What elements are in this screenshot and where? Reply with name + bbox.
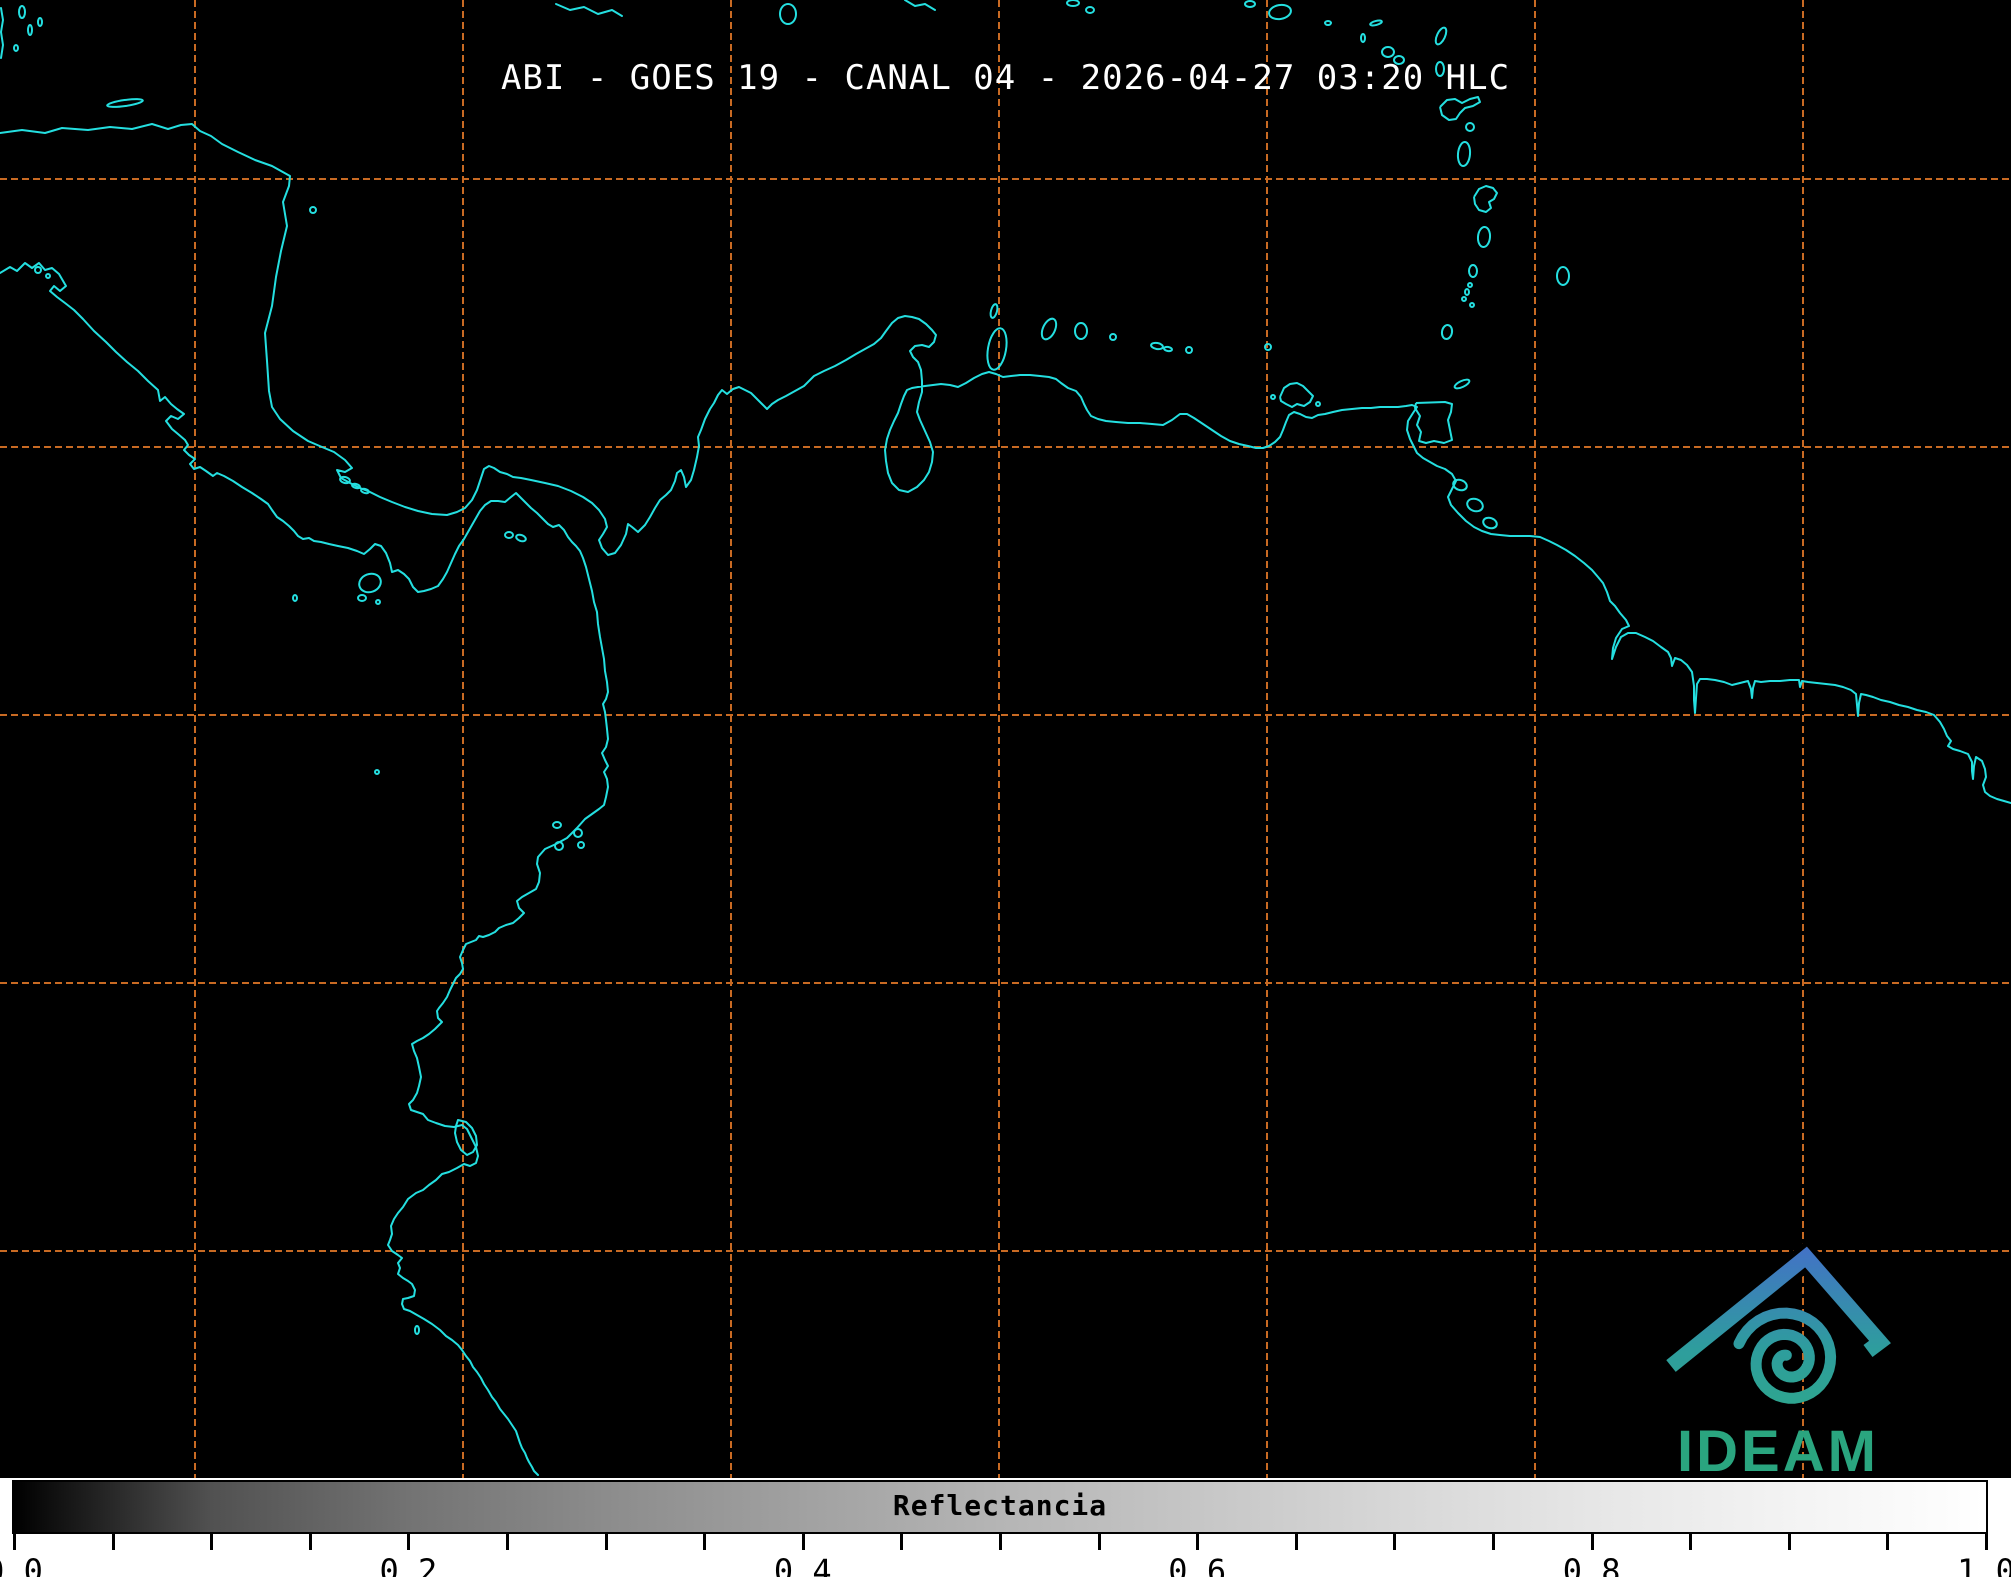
colorbar-tick [1689, 1534, 1692, 1550]
colorbar-gradient: Reflectancia [12, 1480, 1988, 1534]
colorbar-tick [999, 1534, 1002, 1550]
image-title: ABI - GOES 19 - CANAL 04 - 2026-04-27 03… [501, 58, 1510, 98]
colorbar-tick [1196, 1534, 1199, 1550]
colorbar-tick [605, 1534, 608, 1550]
colorbar-tick [210, 1534, 213, 1550]
colorbar-tick [1591, 1534, 1594, 1550]
map-layers [0, 0, 2011, 1478]
coastline-layer [0, 0, 2011, 1475]
colorbar-tick [1886, 1534, 1889, 1550]
colorbar-tick [309, 1534, 312, 1550]
colorbar-strip: Reflectancia 0.0 0.2 0.4 0.6 0.8 1.0 [0, 1478, 2011, 1577]
colorbar-tick [1295, 1534, 1298, 1550]
colorbar-tick-label: 0.8 [1563, 1552, 1621, 1577]
ideam-logo-text: IDEAM [1677, 1418, 1879, 1485]
colorbar-tick-label: 1.0 [1957, 1552, 2011, 1577]
satellite-image-viewer: ABI - GOES 19 - CANAL 04 - 2026-04-27 03… [0, 0, 2011, 1577]
ideam-logo [1671, 1257, 1880, 1398]
colorbar-tick [407, 1534, 410, 1550]
colorbar-title: Reflectancia [893, 1489, 1107, 1522]
colorbar-tick [13, 1534, 16, 1550]
colorbar-tick [1985, 1534, 1988, 1550]
colorbar-tick [1098, 1534, 1101, 1550]
colorbar-tick [506, 1534, 509, 1550]
map-canvas: ABI - GOES 19 - CANAL 04 - 2026-04-27 03… [0, 0, 2011, 1478]
lat-lon-grid [0, 0, 2011, 1478]
colorbar-tick [900, 1534, 903, 1550]
colorbar-tick [703, 1534, 706, 1550]
colorbar-tick [1393, 1534, 1396, 1550]
hurricane-spiral-icon [1739, 1313, 1831, 1398]
colorbar-tick [1788, 1534, 1791, 1550]
colorbar-tick-label: 0.0 [0, 1552, 43, 1577]
colorbar-tick-label: 0.6 [1168, 1552, 1226, 1577]
colorbar-tick-label: 0.2 [379, 1552, 437, 1577]
colorbar-tick [802, 1534, 805, 1550]
colorbar-tick [1492, 1534, 1495, 1550]
colorbar-tick [112, 1534, 115, 1550]
colorbar-tick-label: 0.4 [774, 1552, 832, 1577]
